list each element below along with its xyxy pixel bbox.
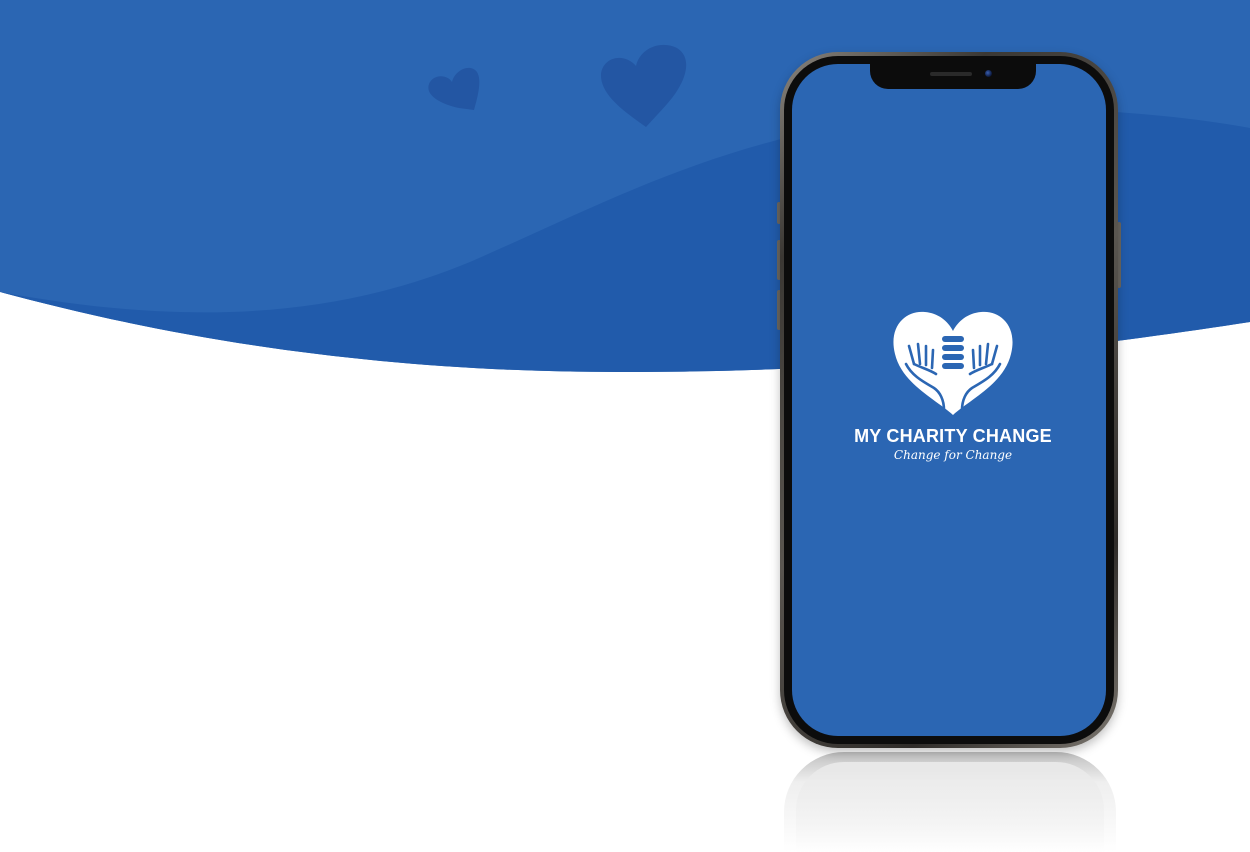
phone-notch xyxy=(870,64,1036,89)
splash-screen: MY CHARITY CHANGE Change for Change xyxy=(792,64,1106,736)
phone-frame: MY CHARITY CHANGE Change for Change xyxy=(780,52,1118,748)
app-name: MY CHARITY CHANGE xyxy=(854,426,1052,446)
phone-mockup: MY CHARITY CHANGE Change for Change xyxy=(776,52,1124,852)
phone-bezel: MY CHARITY CHANGE Change for Change xyxy=(784,56,1114,744)
app-logo: MY CHARITY CHANGE Change for Change xyxy=(852,308,1054,462)
app-tagline: Change for Change xyxy=(893,448,1013,462)
heart-hands-coins-icon xyxy=(893,311,1013,415)
camera-icon xyxy=(985,70,992,77)
speaker-grille xyxy=(930,72,972,76)
phone-reflection xyxy=(784,752,1116,852)
